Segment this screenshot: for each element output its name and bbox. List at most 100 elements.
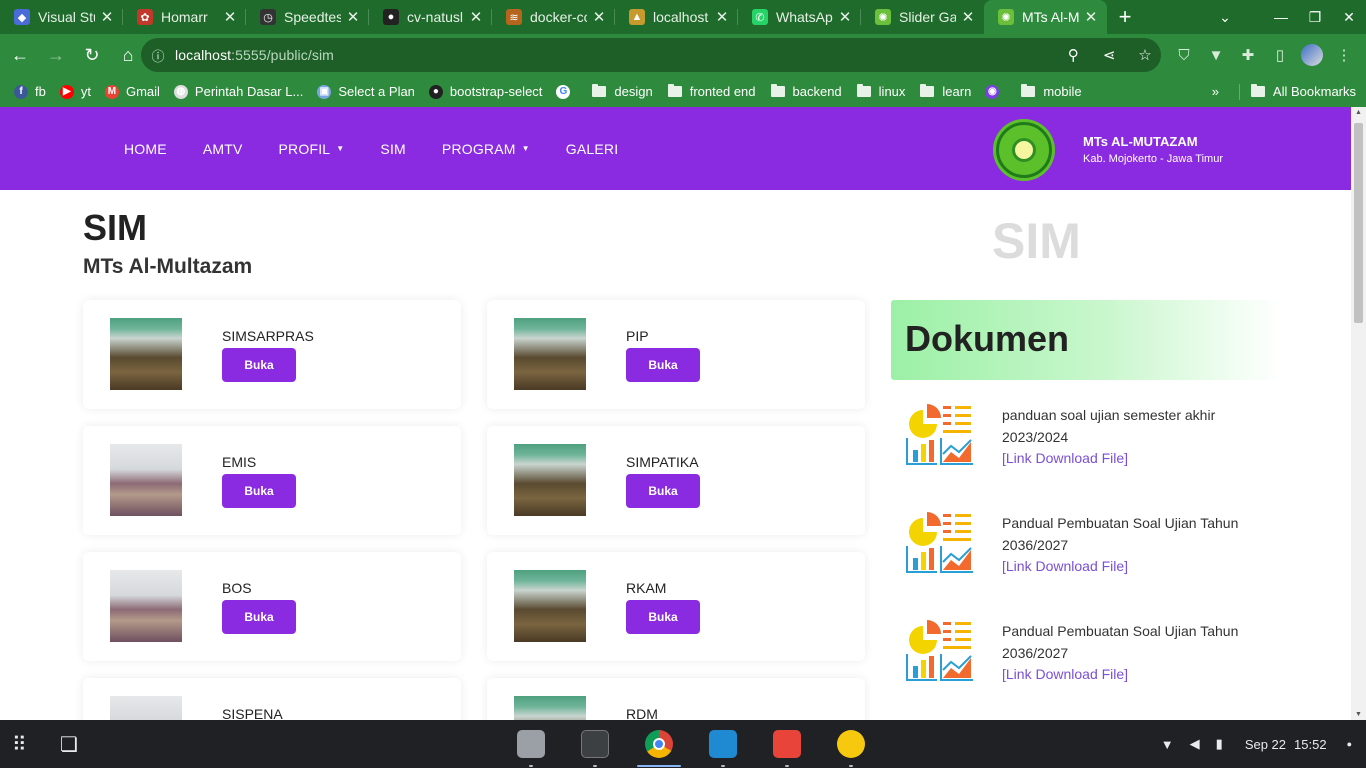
forward-button[interactable]: → (40, 39, 72, 71)
school-brand[interactable]: MTs AL-MUTAZAM Kab. Mojokerto - Jawa Tim… (993, 119, 1223, 181)
tab-close-icon[interactable]: ✕ (1083, 8, 1099, 26)
reload-button[interactable]: ↻ (76, 39, 108, 71)
tab-close-icon[interactable]: ✕ (591, 8, 607, 26)
tab-close-icon[interactable]: ✕ (837, 8, 853, 26)
taskbar-app[interactable] (699, 724, 747, 767)
sim-card: EMIS Buka (83, 426, 461, 535)
bookmark-label: yt (80, 84, 91, 99)
zoom-icon[interactable]: ⚲ (1057, 46, 1089, 64)
bookmark-item[interactable]: M Gmail (104, 84, 160, 99)
home-button[interactable]: ⌂ (112, 39, 144, 71)
bookmark-item[interactable]: G (556, 84, 577, 99)
bookmark-item[interactable]: linux (856, 84, 905, 99)
open-button[interactable]: Buka (222, 474, 296, 508)
scroll-down-icon[interactable]: ▼ (1354, 711, 1363, 718)
tab-favicon-icon: ● (383, 9, 399, 25)
terminal-icon (581, 730, 609, 758)
bookmark-label: bootstrap-select (449, 84, 543, 99)
scrollbar-thumb[interactable] (1354, 123, 1363, 323)
tab-close-icon[interactable]: ✕ (222, 8, 238, 26)
nav-item-profil[interactable]: PROFIL ▼ (265, 141, 359, 157)
taskbar-app[interactable] (635, 724, 683, 767)
download-link[interactable]: [Link Download File] (1002, 448, 1262, 468)
folder-icon (667, 84, 683, 99)
new-tab-button[interactable]: + (1107, 0, 1143, 34)
bookmark-star-icon[interactable]: ☆ (1129, 46, 1161, 64)
nav-item-galeri[interactable]: GALERI (552, 141, 633, 157)
browser-tab[interactable]: ✆ WhatsApp✕ (738, 0, 861, 34)
download-link[interactable]: [Link Download File] (1002, 664, 1262, 684)
browser-tab[interactable]: ◆ Visual Stu ✕ (0, 0, 123, 34)
nav-item-home[interactable]: HOME (110, 141, 181, 157)
url-text[interactable]: localhost:5555/public/sim (175, 47, 1057, 63)
taskbar-app[interactable] (571, 724, 619, 767)
back-button[interactable]: ← (4, 39, 36, 71)
documents-header: Dokumen (891, 300, 1281, 380)
taskbar-app[interactable] (507, 724, 555, 767)
taskbar-app[interactable] (763, 724, 811, 767)
profile-avatar[interactable] (1301, 44, 1323, 66)
share-icon[interactable]: ⋖ (1093, 46, 1125, 64)
browser-tab[interactable]: ✿ Homarr ✕ (123, 0, 246, 34)
open-button[interactable]: Buka (626, 474, 700, 508)
open-button[interactable]: Buka (222, 348, 296, 382)
bookmark-item[interactable]: ◉ (985, 84, 1006, 99)
vscode-icon (709, 730, 737, 758)
more-menu-icon[interactable]: ⋮ (1328, 46, 1360, 64)
bookmark-item[interactable]: mobile (1020, 84, 1082, 99)
bookmark-item[interactable]: backend (770, 84, 842, 99)
battery-icon: ▮ (1215, 736, 1223, 751)
tab-close-icon[interactable]: ✕ (714, 8, 730, 26)
tab-close-icon[interactable]: ✕ (960, 8, 976, 26)
tab-close-icon[interactable]: ✕ (99, 8, 115, 26)
bookmark-item[interactable]: ▣ Select a Plan (317, 84, 415, 99)
launcher-icon[interactable]: ⠿ (12, 732, 60, 757)
browser-tab[interactable]: ▲ localhost ✕ (615, 0, 738, 34)
tab-search-icon[interactable]: ⌄ (1208, 9, 1242, 26)
tab-close-icon[interactable]: ✕ (468, 8, 484, 26)
download-link[interactable]: [Link Download File] (1002, 556, 1262, 576)
bookmark-item[interactable]: fronted end (667, 84, 756, 99)
address-bar[interactable]: ⓘ localhost:5555/public/sim ⚲ ⋖ ☆ (141, 38, 1161, 72)
all-bookmarks-button[interactable]: All Bookmarks (1250, 84, 1356, 99)
chevron-right-icon[interactable]: » (1212, 84, 1219, 99)
minimize-icon[interactable]: — (1264, 9, 1298, 25)
bookmark-item[interactable]: ◍ Perintah Dasar L... (173, 84, 303, 99)
tab-title: Homarr (161, 9, 208, 25)
open-button[interactable]: Buka (626, 348, 700, 382)
bookmark-item[interactable]: ▶ yt (59, 84, 91, 99)
site-info-icon[interactable]: ⓘ (141, 46, 175, 65)
nav-item-sim[interactable]: SIM (366, 141, 420, 157)
nav-item-amtv[interactable]: AMTV (189, 141, 257, 157)
sim-card: PIP Buka (487, 300, 865, 409)
browser-tab[interactable]: ✺ Slider Gan✕ (861, 0, 984, 34)
gmail-icon: M (104, 84, 119, 99)
status-area[interactable]: ▼ ◀ ▮ Sep 22 15:52 ● (1145, 720, 1352, 768)
side-panel-icon[interactable]: ▯ (1264, 46, 1296, 64)
hall-photo (110, 570, 182, 642)
browser-tab-strip: ◆ Visual Stu ✕ ✿ Homarr ✕ ◷ Speedtes ✕ ● cv-natusl… (0, 0, 1366, 34)
browser-tab[interactable]: ◷ Speedtes ✕ (246, 0, 369, 34)
document-item: panduan soal ujian semester akhir 2023/2… (905, 402, 1265, 492)
tab-title: docker-co (530, 9, 587, 25)
browser-tab[interactable]: ≋ docker-co ✕ (492, 0, 615, 34)
scroll-up-icon[interactable]: ▲ (1354, 109, 1363, 116)
shield-icon[interactable]: ⛉ (1168, 47, 1200, 64)
extensions-puzzle-icon[interactable]: ✚ (1232, 46, 1264, 64)
browser-tab[interactable]: ● cv-natusl ✕ (369, 0, 492, 34)
open-button[interactable]: Buka (626, 600, 700, 634)
bookmark-item[interactable]: learn (919, 84, 971, 99)
nav-item-program[interactable]: PROGRAM ▼ (428, 141, 544, 157)
bookmark-item[interactable]: design (591, 84, 653, 99)
bookmark-item[interactable]: ● bootstrap-select (428, 84, 543, 99)
maximize-icon[interactable]: ❐ (1298, 9, 1332, 26)
close-window-icon[interactable]: ✕ (1332, 9, 1366, 26)
bookmark-item[interactable]: f fb (14, 84, 46, 99)
page-scrollbar[interactable]: ▲ ▼ (1351, 107, 1366, 720)
overview-icon[interactable]: ❏ (60, 732, 108, 757)
vue-devtools-icon[interactable]: ▼ (1200, 47, 1232, 64)
open-button[interactable]: Buka (222, 600, 296, 634)
taskbar-app[interactable] (827, 724, 875, 767)
browser-tab[interactable]: ✺ MTs Al-M ✕ (984, 0, 1107, 34)
tab-close-icon[interactable]: ✕ (345, 8, 361, 26)
